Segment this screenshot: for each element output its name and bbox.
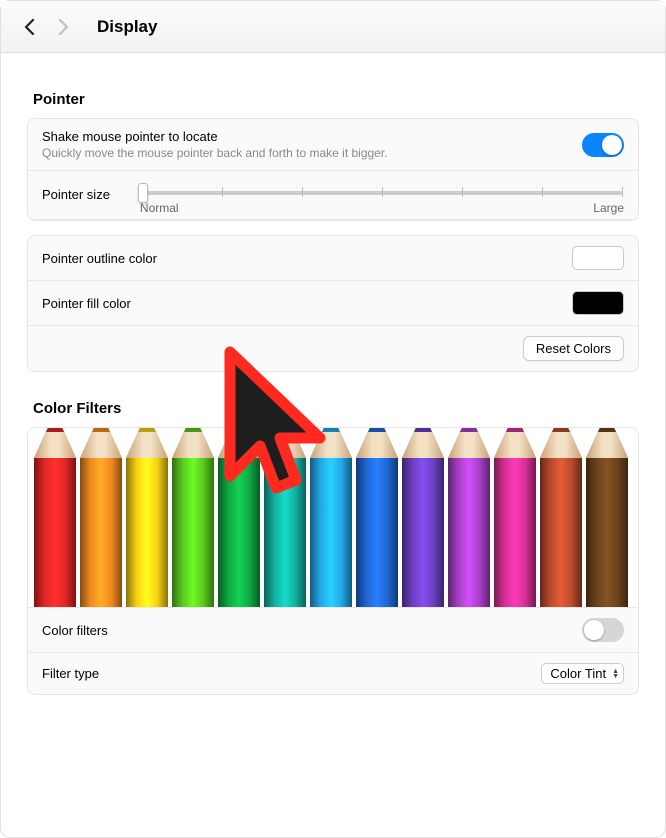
filter-type-row: Filter type Color Tint ▲▼ — [28, 653, 638, 694]
shake-to-locate-label: Shake mouse pointer to locate — [42, 129, 582, 144]
pointer-size-max-label: Large — [593, 201, 624, 215]
pencil — [126, 428, 168, 607]
pencil — [586, 428, 628, 607]
back-button[interactable] — [21, 19, 37, 35]
pencil — [264, 428, 306, 607]
reset-colors-row: Reset Colors — [28, 326, 638, 371]
pencil — [310, 428, 352, 607]
filter-type-select[interactable]: Color Tint ▲▼ — [541, 663, 624, 684]
pointer-fill-row: Pointer fill color — [28, 281, 638, 326]
color-filters-toggle[interactable] — [582, 618, 624, 642]
pencil — [356, 428, 398, 607]
pencil — [80, 428, 122, 607]
pencil — [448, 428, 490, 607]
pencil — [494, 428, 536, 607]
pointer-section-title: Pointer — [33, 91, 639, 108]
filter-type-value: Color Tint — [550, 666, 606, 681]
reset-colors-button[interactable]: Reset Colors — [523, 336, 624, 361]
filter-type-label: Filter type — [42, 666, 99, 681]
shake-to-locate-toggle[interactable] — [582, 133, 624, 157]
chevron-updown-icon: ▲▼ — [612, 669, 619, 679]
forward-button[interactable] — [55, 19, 71, 35]
pencil — [540, 428, 582, 607]
color-filters-section-title: Color Filters — [33, 400, 639, 417]
pencils-preview — [28, 428, 638, 608]
pointer-size-slider[interactable] — [142, 191, 622, 195]
color-filters-label: Color filters — [42, 623, 108, 638]
pointer-fill-label: Pointer fill color — [42, 296, 131, 311]
pointer-colors-panel: Pointer outline color Pointer fill color… — [27, 235, 639, 372]
pointer-outline-label: Pointer outline color — [42, 251, 157, 266]
pencil — [172, 428, 214, 607]
shake-to-locate-row: Shake mouse pointer to locate Quickly mo… — [28, 119, 638, 171]
pencil — [34, 428, 76, 607]
pointer-outline-row: Pointer outline color — [28, 236, 638, 281]
pointer-panel: Shake mouse pointer to locate Quickly mo… — [27, 118, 639, 221]
pointer-size-row: Pointer size Normal Large — [28, 171, 638, 220]
pencil — [218, 428, 260, 607]
page-title: Display — [97, 17, 157, 37]
pointer-size-label: Pointer size — [42, 181, 110, 202]
color-filters-row: Color filters — [28, 608, 638, 653]
pointer-outline-swatch[interactable] — [572, 246, 624, 270]
header: Display — [1, 1, 665, 53]
pencil — [402, 428, 444, 607]
shake-to-locate-sub: Quickly move the mouse pointer back and … — [42, 146, 582, 160]
pointer-size-min-label: Normal — [140, 201, 179, 215]
pointer-fill-swatch[interactable] — [572, 291, 624, 315]
color-filters-panel: Color filters Filter type Color Tint ▲▼ — [27, 427, 639, 695]
